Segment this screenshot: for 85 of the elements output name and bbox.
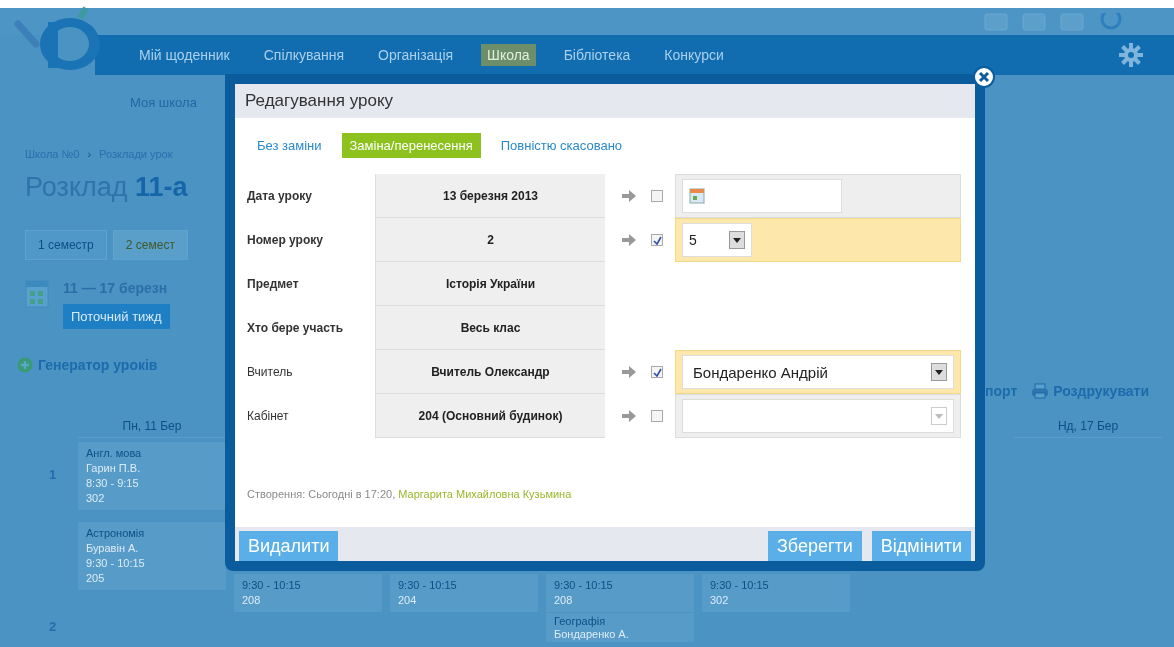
calendar-icon [25, 280, 49, 308]
field-label: Вчитель [247, 364, 294, 381]
lesson-text: 8:30 - 9:15 [86, 476, 140, 491]
nav-item[interactable]: Школа [481, 44, 536, 66]
current-value: Вчитель Олександр [375, 350, 605, 394]
arrow-icon [621, 190, 637, 202]
field-label: Предмет [247, 276, 300, 293]
lesson-text: 9:30 - 10:15 [242, 578, 302, 593]
lesson-cell[interactable]: 9:30 - 10:15 302 [702, 574, 850, 612]
change-checkbox[interactable] [651, 190, 663, 202]
current-value: 13 березня 2013 [375, 174, 605, 218]
lesson-text: 204 [398, 593, 418, 608]
nav-item[interactable]: Мій щоденник [133, 44, 236, 66]
dialog-button[interactable]: Видалити [239, 531, 339, 561]
current-value: Історія України [375, 262, 605, 306]
caret-icon [935, 413, 943, 419]
dialog-button[interactable]: Зберегти [767, 531, 862, 561]
field-label: Дата уроку [247, 188, 313, 205]
nav-item[interactable]: Бібліотека [557, 44, 637, 66]
lesson-text: Географія [554, 615, 607, 628]
lesson-cell[interactable]: 9:30 - 10:15 208 [234, 574, 382, 612]
lesson-cell[interactable]: Астрономія Буравін А. 9:30 - 10:15 205 [78, 522, 226, 590]
check-icon [652, 367, 662, 377]
plus-icon [17, 357, 33, 373]
change-checkbox[interactable] [651, 234, 663, 246]
lesson-text: Гарин П.В. [86, 461, 142, 476]
mode-tab[interactable]: Без заміни [249, 133, 330, 158]
lesson-text: 9:30 - 10:15 [398, 578, 458, 593]
change-checkbox[interactable] [651, 366, 663, 378]
lesson-text: 302 [86, 491, 106, 506]
arrow-icon [621, 366, 637, 378]
select-field[interactable]: 5 [682, 223, 752, 257]
lesson-text: 302 [710, 593, 730, 608]
current-value: 204 (Основний будинок) [375, 394, 605, 438]
lesson-text: 208 [554, 593, 574, 608]
nav-item[interactable]: Спілкування [257, 44, 351, 66]
nav-item[interactable]: Організація [372, 44, 460, 66]
lesson-text: 205 [86, 571, 106, 586]
lesson-text: Бондаренко А. [554, 628, 630, 641]
field-label: Кабінет [247, 408, 290, 425]
select-value: 5 [689, 232, 697, 248]
lesson-text: Англ. мова [86, 446, 143, 461]
lesson-cell[interactable]: Англ. мова Гарин П.В. 8:30 - 9:15 302 [78, 442, 226, 510]
lesson-text: Буравін А. [86, 541, 140, 556]
breadcrumb-separator: › [87, 148, 92, 160]
lesson-text: 9:30 - 10:15 [710, 578, 770, 593]
dropdown-button[interactable] [931, 363, 947, 381]
arrow-icon [621, 410, 637, 422]
select-field[interactable] [682, 399, 954, 433]
semester-tab[interactable]: 2 семест [112, 230, 188, 260]
lesson-text: Астрономія [86, 526, 146, 541]
dropdown-button[interactable] [729, 231, 745, 249]
lesson-text: 9:30 - 10:15 [86, 556, 146, 571]
field-label: Хто бере участь [247, 320, 345, 337]
lesson-cell[interactable]: 9:30 - 10:15 204 [390, 574, 538, 612]
lesson-text: 208 [242, 593, 262, 608]
mode-tab[interactable]: Заміна/перенесення [341, 133, 481, 158]
created-info: Створення: Сьогодні в 17:20, Маргарита Михайловна Кузьмина [247, 488, 573, 500]
dialog-title: Редагування уроку [235, 84, 975, 118]
lesson-text: 9:30 - 10:15 [554, 578, 614, 593]
check-icon [652, 235, 662, 245]
current-value: Весь клас [375, 306, 605, 350]
dialog-button[interactable]: Відмінити [871, 531, 971, 561]
close-icon[interactable] [973, 66, 995, 88]
ring-icon[interactable] [1098, 12, 1124, 31]
select-value: Бондаренко Андрій [693, 363, 828, 381]
current-week-button[interactable]: Поточний тижд [63, 304, 170, 329]
field-label: Номер уроку [247, 232, 324, 249]
lesson-cell[interactable]: Географія Бондаренко А. [546, 613, 694, 642]
calendar-icon[interactable] [689, 188, 705, 204]
semester-tab[interactable]: 1 семестр [25, 230, 107, 260]
arrow-icon [621, 234, 637, 246]
printer-icon [1031, 383, 1050, 399]
nav-item[interactable]: Конкурси [658, 44, 730, 66]
author-link[interactable]: Маргарита Михайловна Кузьмина [398, 488, 572, 500]
mode-tab[interactable]: Повністю скасовано [492, 133, 631, 158]
caret-icon [935, 369, 943, 375]
date-input-field[interactable] [682, 179, 842, 213]
caret-icon [733, 237, 741, 243]
change-checkbox[interactable] [651, 410, 663, 422]
day-header: Нд, 17 Бер [1014, 413, 1162, 438]
settings-icon[interactable] [1118, 42, 1144, 68]
select-field[interactable]: Бондаренко Андрій [682, 355, 954, 389]
lesson-cell[interactable]: 9:30 - 10:15 208 [546, 574, 694, 612]
current-value: 2 [375, 218, 605, 262]
